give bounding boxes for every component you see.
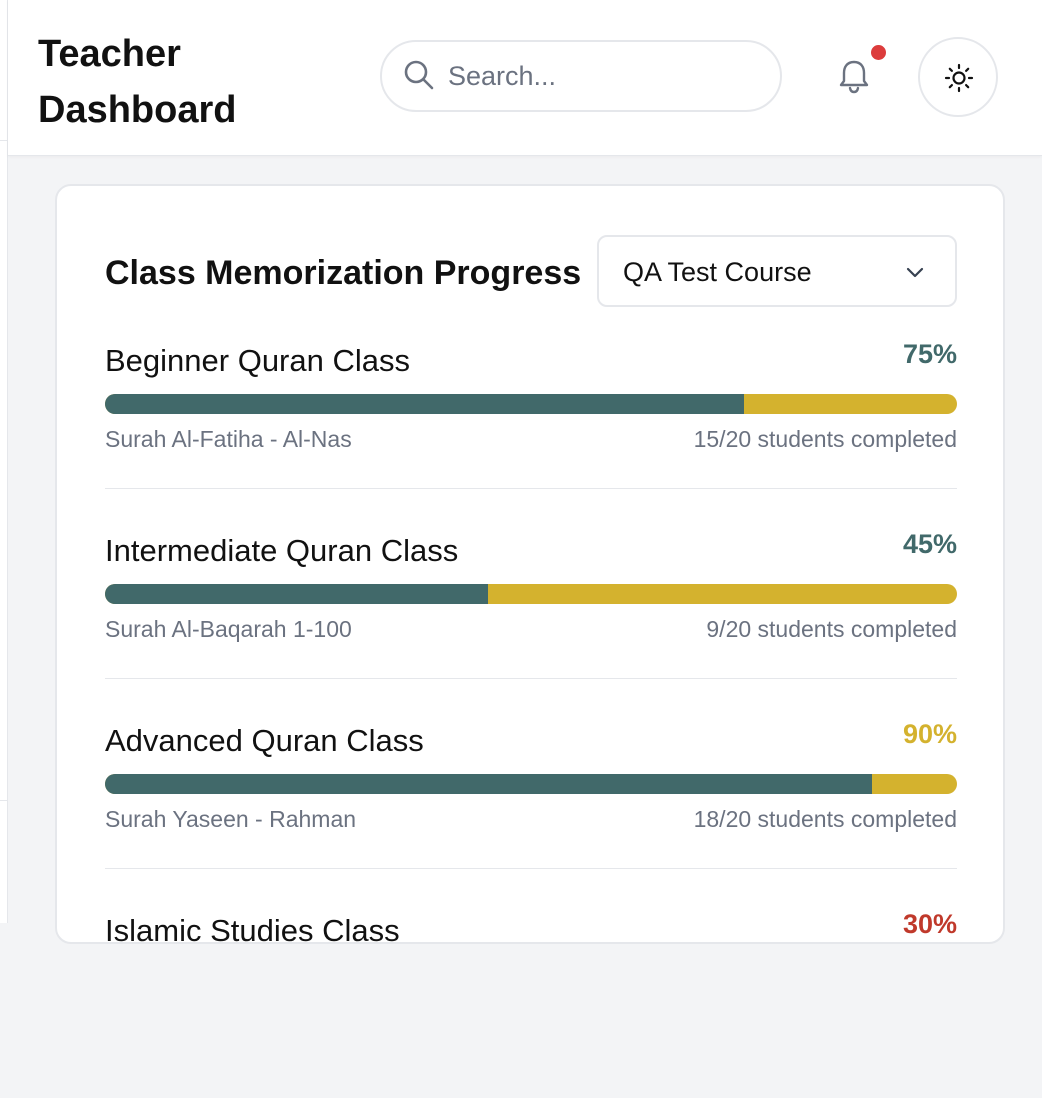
progress-percent: 90% xyxy=(902,719,957,749)
class-progress-item[interactable]: Intermediate Quran Class 45% Surah Al-Ba… xyxy=(105,528,957,718)
bell-icon xyxy=(839,60,869,94)
card-title: Class Memorization Progress xyxy=(105,254,582,292)
sidebar-edge xyxy=(0,0,8,923)
chevron-down-icon xyxy=(906,267,924,278)
divider xyxy=(105,488,957,489)
class-progress-item[interactable]: Beginner Quran Class 75% Surah Al-Fatiha… xyxy=(105,338,957,528)
surah-range: Surah Al-Fatiha - Al-Nas xyxy=(105,426,352,452)
progress-bar-fill xyxy=(105,394,744,414)
theme-toggle-button[interactable] xyxy=(918,37,998,117)
memorization-progress-card: Class Memorization Progress QA Test Cour… xyxy=(55,184,1005,948)
course-select-value: QA Test Course xyxy=(623,257,812,287)
class-name: Islamic Studies Class xyxy=(105,913,400,948)
top-header: Teacher Dashboard xyxy=(8,0,1042,156)
students-completed: 18/20 students completed xyxy=(693,806,957,832)
surah-range: Surah Al-Baqarah 1-100 xyxy=(105,616,352,642)
sidebar-divider xyxy=(0,800,8,801)
divider xyxy=(105,678,957,679)
progress-bar-fill xyxy=(105,584,489,604)
class-name: Beginner Quran Class xyxy=(105,343,410,378)
surah-range: Surah Yaseen - Rahman xyxy=(105,806,357,832)
class-name: Intermediate Quran Class xyxy=(105,533,459,568)
students-completed: 9/20 students completed xyxy=(706,616,957,642)
divider xyxy=(105,868,957,869)
sun-icon xyxy=(944,63,974,93)
progress-bar xyxy=(105,584,957,604)
course-select[interactable]: QA Test Course xyxy=(597,235,957,307)
progress-bar xyxy=(105,394,957,414)
class-progress-item[interactable]: Islamic Studies Class 30% xyxy=(105,908,957,1098)
search-icon xyxy=(404,60,434,90)
progress-percent: 75% xyxy=(902,339,957,369)
notification-badge xyxy=(871,45,886,60)
search-input[interactable] xyxy=(446,56,756,96)
sidebar-divider xyxy=(0,140,8,141)
class-progress-item[interactable]: Advanced Quran Class 90% Surah Yaseen - … xyxy=(105,718,957,908)
class-name: Advanced Quran Class xyxy=(105,723,424,758)
progress-percent: 30% xyxy=(902,909,957,939)
students-completed: 15/20 students completed xyxy=(693,426,957,452)
search-box[interactable] xyxy=(380,40,782,112)
progress-percent: 45% xyxy=(902,529,957,559)
notifications-button[interactable] xyxy=(830,52,878,100)
progress-bar xyxy=(105,774,957,794)
page-title: Teacher Dashboard xyxy=(38,33,237,131)
progress-bar-fill xyxy=(105,774,872,794)
